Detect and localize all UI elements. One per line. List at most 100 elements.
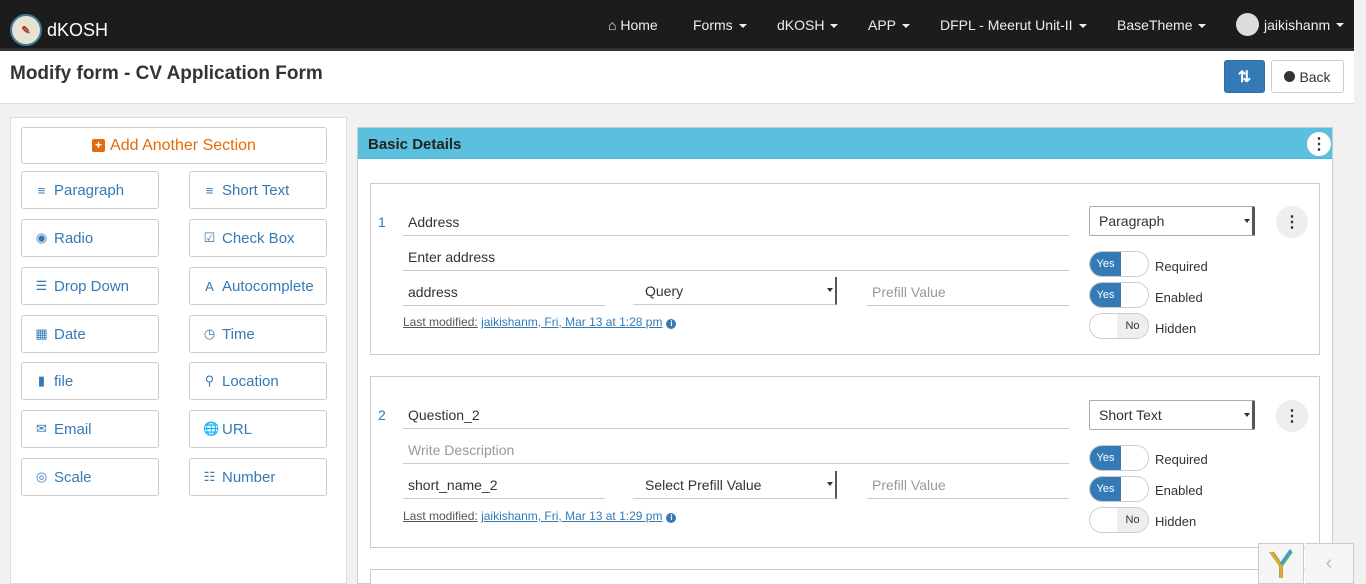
toggle-knob xyxy=(1090,314,1119,338)
nav-forms-label: Forms xyxy=(693,17,733,33)
question-title-input[interactable]: Question_2 xyxy=(403,401,1069,429)
question-title-input[interactable]: Address xyxy=(403,208,1069,236)
nav-app-dropdown[interactable]: APP xyxy=(868,17,911,33)
tool-drop-down[interactable]: ☰ Drop Down xyxy=(21,267,159,305)
back-button[interactable]: Back xyxy=(1271,60,1344,93)
tool-label: file xyxy=(54,372,74,390)
hidden-label: Hidden xyxy=(1155,321,1197,336)
last-modified-label: Last modified: xyxy=(403,315,478,329)
enabled-label: Enabled xyxy=(1155,290,1203,305)
tool-label: Email xyxy=(54,420,92,438)
debug-toolbar-logo[interactable] xyxy=(1258,543,1304,584)
required-toggle[interactable]: Yes xyxy=(1089,251,1149,277)
clock-icon: ◷ xyxy=(203,326,216,341)
reorder-button[interactable]: ⇅ xyxy=(1224,60,1265,93)
hidden-toggle[interactable]: No xyxy=(1089,507,1149,533)
tool-url[interactable]: 🌐 URL xyxy=(189,410,327,448)
user-avatar-icon xyxy=(1236,13,1259,36)
prefill-value-input[interactable]: Prefill Value xyxy=(867,278,1069,306)
question-description-input[interactable]: Enter address xyxy=(403,243,1069,271)
align-left-icon: ≡ xyxy=(205,182,214,198)
tool-file[interactable]: ▮ file xyxy=(21,362,159,400)
last-modified-value[interactable]: jaikishanm, Fri, Mar 13 at 1:28 pm xyxy=(481,315,662,329)
nav-dkosh-dropdown[interactable]: dKOSH xyxy=(777,17,839,33)
tool-short-text[interactable]: ≡ Short Text xyxy=(189,171,327,209)
kebab-icon: ⋮ xyxy=(1284,214,1300,231)
toggle-yes: Yes xyxy=(1090,252,1121,276)
last-modified-value[interactable]: jaikishanm, Fri, Mar 13 at 1:29 pm xyxy=(481,509,662,523)
section-menu-button[interactable]: ⋮ xyxy=(1307,132,1331,156)
info-icon[interactable]: i xyxy=(666,319,677,329)
toggle-knob xyxy=(1121,252,1148,276)
page-header: Modify form - CV Application Form ⇅ Back xyxy=(0,54,1354,104)
tool-date[interactable]: ▦ Date xyxy=(21,315,159,353)
toggle-knob xyxy=(1090,508,1119,532)
chevron-left-icon: ‹ xyxy=(1325,552,1333,574)
envelope-icon: ✉ xyxy=(36,421,47,436)
toggle-yes: Yes xyxy=(1090,446,1121,470)
calendar-icon: ▦ xyxy=(35,326,48,341)
question-type-value: Short Text xyxy=(1099,407,1162,423)
info-icon[interactable]: i xyxy=(666,513,677,523)
question-menu-button[interactable]: ⋮ xyxy=(1276,206,1308,238)
scale-icon: ◎ xyxy=(35,469,48,484)
tool-paragraph[interactable]: ≡ Paragraph xyxy=(21,171,159,209)
question-menu-button[interactable]: ⋮ xyxy=(1276,400,1308,432)
hidden-toggle[interactable]: No xyxy=(1089,313,1149,339)
tool-label: Number xyxy=(222,468,276,486)
tool-scale[interactable]: ◎ Scale xyxy=(21,458,159,496)
page-title: Modify form - CV Application Form xyxy=(10,63,323,84)
nav-dkosh-label: dKOSH xyxy=(777,17,825,33)
enabled-toggle[interactable]: Yes xyxy=(1089,476,1149,502)
required-label: Required xyxy=(1155,259,1208,274)
tool-location[interactable]: ⚲ Location xyxy=(189,362,327,400)
caret-down-icon xyxy=(1244,413,1250,417)
radio-icon: ◉ xyxy=(35,230,48,245)
dkosh-logo-icon: ✎ xyxy=(10,14,42,46)
nav-theme-dropdown[interactable]: BaseTheme xyxy=(1117,17,1207,33)
tool-radio[interactable]: ◉ Radio xyxy=(21,219,159,257)
nav-forms-dropdown[interactable]: Forms xyxy=(693,17,747,33)
debug-toolbar-toggle[interactable]: ‹ xyxy=(1305,543,1354,584)
brand-link[interactable]: ✎ dKOSH xyxy=(10,14,108,46)
short-name-input[interactable]: short_name_2 xyxy=(403,471,605,499)
question-type-select[interactable]: Short Text xyxy=(1089,400,1255,430)
nav-user-dropdown[interactable]: jaikishanm xyxy=(1236,13,1345,36)
nav-app-label: APP xyxy=(868,17,897,33)
prefill-source-select[interactable]: Query xyxy=(633,277,837,305)
tool-time[interactable]: ◷ Time xyxy=(189,315,327,353)
tool-label: Check Box xyxy=(222,229,295,247)
nav-org-label: DFPL - Meerut Unit-II xyxy=(940,17,1073,33)
caret-down-icon xyxy=(827,482,833,486)
sort-icon: ⇅ xyxy=(1237,68,1252,86)
tool-label: Drop Down xyxy=(54,277,130,295)
section-title: Basic Details xyxy=(368,136,462,153)
toggle-knob xyxy=(1121,446,1148,470)
enabled-label: Enabled xyxy=(1155,483,1203,498)
tool-number[interactable]: ☷ Number xyxy=(189,458,327,496)
page-scrollbar[interactable] xyxy=(1354,0,1366,584)
required-toggle[interactable]: Yes xyxy=(1089,445,1149,471)
back-button-label: Back xyxy=(1299,68,1331,85)
tool-label: Scale xyxy=(54,468,92,486)
caret-down-icon xyxy=(1198,24,1207,29)
nav-home[interactable]: ⌂ Home xyxy=(608,17,658,33)
tool-label: Location xyxy=(222,372,279,390)
tool-check-box[interactable]: ☑ Check Box xyxy=(189,219,327,257)
map-marker-icon: ⚲ xyxy=(204,373,215,388)
tool-autocomplete[interactable]: A Autocomplete xyxy=(189,267,327,305)
tool-email[interactable]: ✉ Email xyxy=(21,410,159,448)
nav-org-dropdown[interactable]: DFPL - Meerut Unit-II xyxy=(940,17,1087,33)
caret-down-icon xyxy=(1244,219,1250,223)
question-description-input[interactable]: Write Description xyxy=(403,436,1069,464)
prefill-value-input[interactable]: Prefill Value xyxy=(867,471,1069,499)
question-number: 2 xyxy=(378,407,386,423)
add-section-button[interactable]: + Add Another Section xyxy=(21,127,327,164)
caret-down-icon xyxy=(830,24,839,29)
chevron-left-circle-icon xyxy=(1284,71,1296,82)
prefill-source-select[interactable]: Select Prefill Value xyxy=(633,471,837,499)
enabled-toggle[interactable]: Yes xyxy=(1089,282,1149,308)
nav-theme-label: BaseTheme xyxy=(1117,17,1193,33)
short-name-input[interactable]: address xyxy=(403,278,605,306)
question-type-select[interactable]: Paragraph xyxy=(1089,206,1255,236)
